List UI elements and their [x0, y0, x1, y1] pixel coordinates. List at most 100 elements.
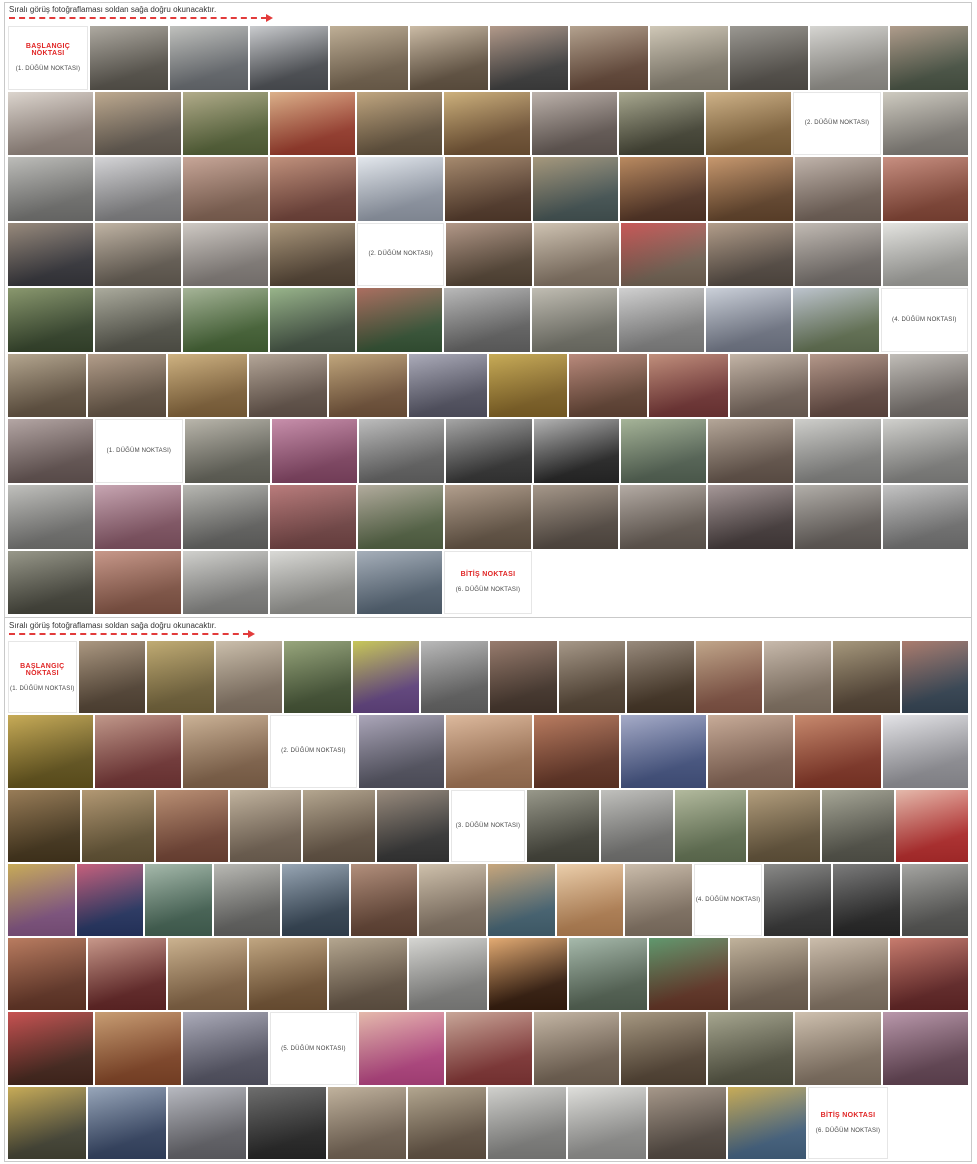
street-photo	[250, 26, 328, 90]
photo-shading	[446, 1012, 532, 1085]
node-point-title: BİTİŞ NOKTASI	[460, 571, 516, 579]
photo-shading	[270, 484, 356, 549]
photo-row: (2. DÜĞÜM NOKTASI)	[8, 91, 968, 156]
photo-shading	[648, 1086, 726, 1159]
photo-shading	[882, 222, 968, 287]
photo-shading	[330, 26, 408, 90]
node-label-card: (2. DÜĞÜM NOKTASI)	[269, 715, 358, 788]
street-photo	[620, 1012, 707, 1085]
photo-shading	[620, 715, 707, 788]
street-photo	[445, 484, 531, 549]
street-photo	[248, 1086, 326, 1159]
photo-shading	[729, 353, 808, 418]
street-photo	[882, 91, 968, 156]
photo-shading	[213, 863, 281, 937]
photo-shading	[795, 157, 881, 221]
street-photo	[901, 641, 969, 714]
photo-shading	[229, 789, 302, 862]
street-photo	[706, 91, 792, 156]
node-point-number: (4. DÜĞÜM NOKTASI)	[892, 317, 957, 324]
street-photo	[182, 288, 268, 352]
street-photo	[269, 91, 356, 156]
street-photo	[795, 222, 881, 287]
photo-shading	[901, 863, 969, 937]
photo-shading	[168, 1086, 246, 1159]
street-photo	[88, 938, 167, 1011]
street-photo	[168, 938, 247, 1011]
photo-shading	[708, 1012, 794, 1085]
node-point-title: BAŞLANGIÇ NOKTASI	[25, 43, 71, 58]
street-photo	[882, 157, 968, 221]
photo-shading	[620, 157, 706, 221]
street-photo	[229, 789, 302, 862]
street-photo	[95, 484, 181, 549]
street-photo	[533, 222, 619, 287]
street-photo	[248, 353, 327, 418]
node-point-number: (4. DÜĞÜM NOKTASI)	[695, 896, 761, 903]
photo-shading	[408, 1086, 486, 1159]
photo-shading	[706, 91, 792, 156]
street-photo	[445, 157, 531, 221]
street-photo	[795, 484, 881, 549]
photo-shading	[357, 288, 443, 352]
photo-shading	[359, 1012, 445, 1085]
street-photo	[901, 863, 969, 937]
node-label-card: BAŞLANGIÇ NOKTASI (1. DÜĞÜM NOKTASI)	[8, 26, 88, 90]
street-photo	[213, 863, 281, 937]
photo-shading	[269, 550, 356, 615]
empty-cell	[533, 550, 619, 615]
photo-shading	[707, 484, 794, 549]
photo-shading	[695, 641, 763, 714]
photo-shading	[832, 641, 900, 714]
node-point-number: (3. DÜĞÜM NOKTASI)	[455, 822, 521, 829]
photo-shading	[248, 938, 327, 1011]
street-photo	[489, 353, 568, 418]
street-photo	[8, 91, 94, 156]
photo-shading	[8, 419, 94, 483]
photo-shading	[620, 222, 707, 287]
street-photo	[795, 157, 881, 221]
photo-shading	[95, 550, 181, 615]
photo-shading	[832, 863, 900, 937]
photo-shading	[8, 938, 87, 1011]
street-photo	[489, 938, 568, 1011]
empty-cell	[708, 550, 794, 615]
street-photo	[650, 26, 728, 90]
street-photo	[168, 1086, 246, 1159]
street-photo	[410, 26, 488, 90]
photo-shading	[748, 789, 821, 862]
photo-shading	[810, 26, 888, 90]
street-photo	[88, 1086, 166, 1159]
photo-shading	[182, 715, 268, 788]
photo-row	[8, 353, 969, 418]
street-photo	[569, 353, 648, 418]
node-label-card: (4. DÜĞÜM NOKTASI)	[880, 288, 968, 352]
photo-shading	[795, 715, 881, 788]
photo-shading	[764, 641, 831, 714]
street-photo	[882, 222, 968, 287]
photo-shading	[95, 222, 181, 287]
photo-shading	[649, 353, 728, 418]
street-photo	[488, 863, 555, 937]
street-photo	[357, 91, 443, 156]
photo-shading	[168, 938, 247, 1011]
photo-shading	[284, 641, 351, 714]
street-photo	[822, 789, 895, 862]
street-photo	[270, 484, 356, 549]
street-photo	[570, 26, 648, 90]
street-photo	[708, 419, 794, 483]
photo-shading	[620, 1012, 707, 1085]
photo-shading	[490, 641, 557, 714]
street-photo	[95, 91, 181, 156]
street-photo	[78, 641, 146, 714]
photo-shading	[168, 353, 247, 418]
street-photo	[8, 419, 94, 483]
street-photo	[882, 419, 968, 483]
street-photo	[890, 26, 968, 90]
photo-shading	[809, 938, 888, 1011]
street-photo	[795, 419, 881, 483]
photo-shading	[88, 938, 167, 1011]
street-photo	[328, 938, 407, 1011]
photo-row	[8, 157, 968, 221]
photo-shading	[170, 26, 248, 90]
